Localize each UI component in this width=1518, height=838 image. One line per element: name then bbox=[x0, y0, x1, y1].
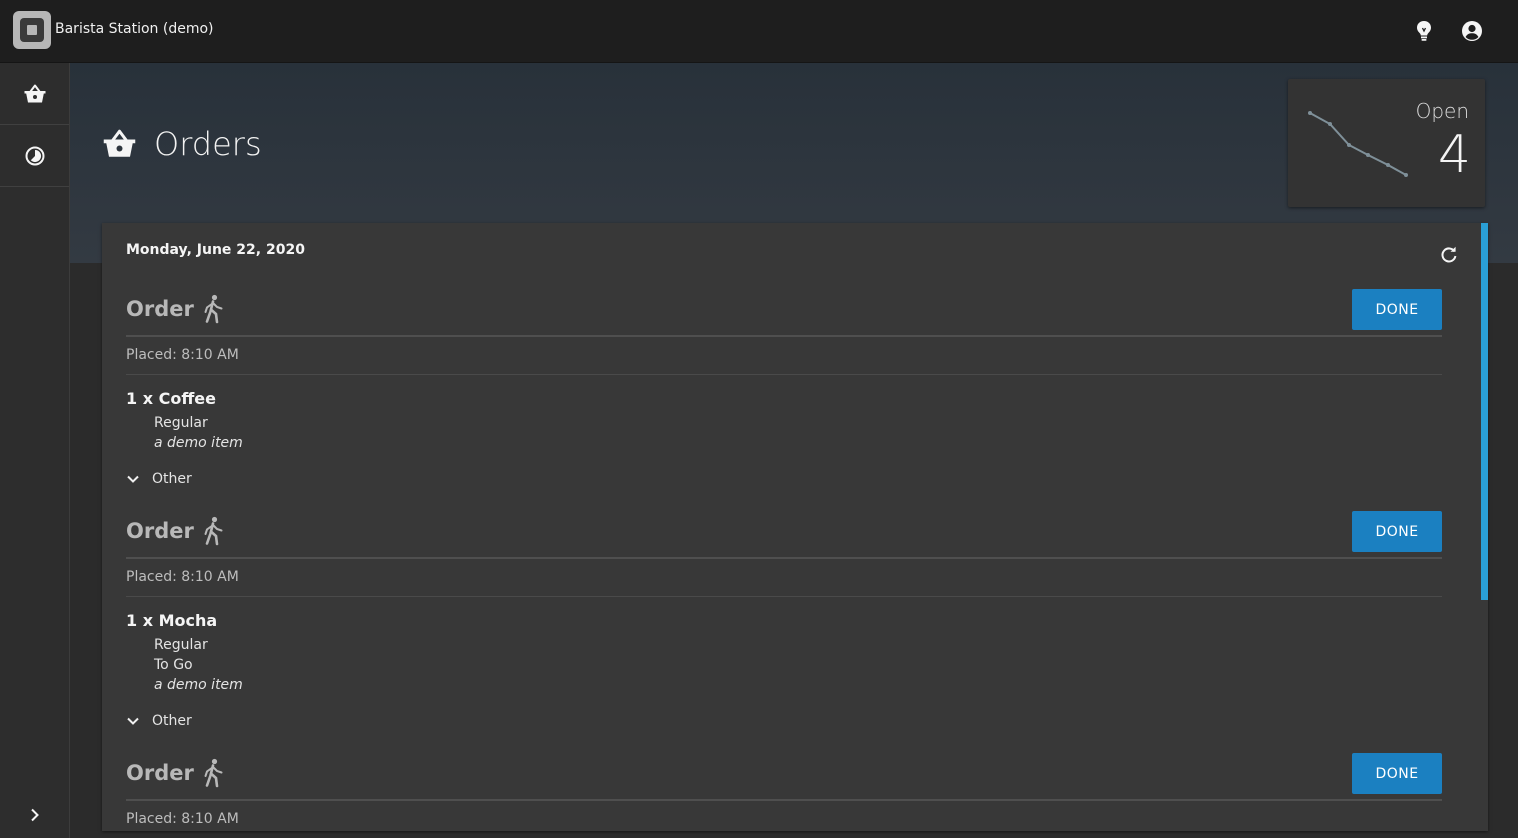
order-title: Order bbox=[126, 761, 194, 785]
scrollbar-thumb[interactable] bbox=[1481, 223, 1488, 600]
stat-label: Open bbox=[1415, 99, 1469, 123]
order-item-modifier: Regular bbox=[154, 637, 208, 653]
order-title-group: Order bbox=[126, 758, 224, 788]
order-placed-time: Placed: 8:10 AM bbox=[126, 337, 1442, 375]
done-button[interactable]: DONE bbox=[1352, 289, 1442, 330]
sidebar-expand-button[interactable] bbox=[0, 800, 69, 830]
order-placed-time: Placed: 8:10 AM bbox=[126, 801, 1442, 831]
order-header: Order DONE bbox=[126, 289, 1442, 337]
order-header: Order DONE bbox=[126, 753, 1442, 801]
logo-icon bbox=[13, 11, 51, 49]
refresh-button[interactable] bbox=[1438, 244, 1460, 266]
basket-icon bbox=[24, 84, 45, 102]
other-label: Other bbox=[152, 713, 192, 729]
order-card: Order DONE Placed: 8:10 AM 1 x Coffee Re… bbox=[126, 289, 1442, 489]
order-card: Order DONE Placed: 8:10 AM bbox=[126, 753, 1442, 831]
order-title: Order bbox=[126, 519, 194, 543]
order-item-modifier: Regular bbox=[154, 415, 208, 431]
walk-icon bbox=[204, 516, 223, 546]
stat-value: 4 bbox=[1437, 125, 1471, 185]
page-title: Orders bbox=[154, 125, 262, 163]
sidebar-item-history[interactable] bbox=[0, 125, 69, 187]
top-app-bar: Barista Station (demo) bbox=[0, 0, 1518, 63]
other-label: Other bbox=[152, 471, 192, 487]
order-header: Order DONE bbox=[126, 511, 1442, 559]
refresh-icon bbox=[1441, 246, 1457, 263]
other-toggle[interactable]: Other bbox=[126, 711, 1442, 731]
page-title-group: Orders bbox=[103, 125, 262, 163]
order-title-group: Order bbox=[126, 294, 224, 324]
sidebar bbox=[0, 63, 70, 838]
walk-icon bbox=[204, 758, 223, 788]
done-button[interactable]: DONE bbox=[1352, 753, 1442, 794]
lightbulb-icon[interactable] bbox=[1412, 19, 1436, 43]
chevron-down-icon bbox=[127, 717, 139, 725]
chevron-down-icon bbox=[127, 475, 139, 483]
open-orders-sparkline bbox=[1308, 111, 1408, 177]
basket-icon bbox=[103, 129, 136, 157]
order-item-name: 1 x Mocha bbox=[126, 611, 218, 630]
chevron-right-icon bbox=[30, 808, 39, 822]
order-title: Order bbox=[126, 297, 194, 321]
timer-icon bbox=[25, 146, 44, 165]
app-title: Barista Station (demo) bbox=[55, 21, 214, 37]
order-item-modifier: To Go bbox=[154, 657, 193, 673]
order-card: Order DONE Placed: 8:10 AM 1 x Mocha Reg… bbox=[126, 511, 1442, 731]
walk-icon bbox=[204, 294, 223, 324]
orders-date: Monday, June 22, 2020 bbox=[126, 242, 305, 258]
order-item-note: a demo item bbox=[154, 677, 243, 693]
open-orders-stat-card: Open 4 bbox=[1288, 79, 1485, 207]
other-toggle[interactable]: Other bbox=[126, 469, 1442, 489]
order-title-group: Order bbox=[126, 516, 224, 546]
order-item-note: a demo item bbox=[154, 435, 243, 451]
done-button[interactable]: DONE bbox=[1352, 511, 1442, 552]
orders-card: Monday, June 22, 2020 Order DONE Placed:… bbox=[102, 223, 1488, 831]
sidebar-item-orders[interactable] bbox=[0, 63, 69, 125]
order-item-name: 1 x Coffee bbox=[126, 389, 216, 408]
order-placed-time: Placed: 8:10 AM bbox=[126, 559, 1442, 597]
account-circle-icon[interactable] bbox=[1460, 19, 1484, 43]
